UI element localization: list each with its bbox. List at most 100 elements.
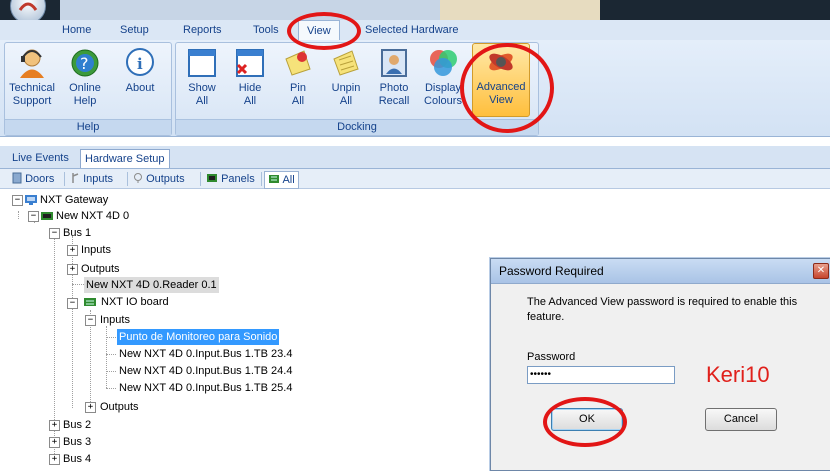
display-colours-button[interactable]: Display Colours: [420, 45, 466, 108]
filter-panels[interactable]: Panels: [206, 171, 255, 187]
online-help-button[interactable]: ? Online Help: [61, 45, 109, 108]
annotation-circle-view-tab: [287, 12, 361, 50]
show-all-label-line2: All: [195, 95, 209, 107]
filter-outputs[interactable]: Outputs: [133, 171, 185, 187]
hardware-filter-bar: [0, 169, 830, 189]
technical-support-button[interactable]: Technical Support: [7, 45, 57, 108]
technical-support-icon: [16, 47, 48, 79]
filter-inputs-label: Inputs: [83, 173, 114, 185]
about-icon: i: [124, 47, 156, 79]
tab-selected-hardware[interactable]: Selected Hardware: [365, 22, 459, 38]
tree-expand-toggle[interactable]: +: [49, 437, 60, 448]
filter-all[interactable]: All: [264, 171, 299, 189]
about-label: About: [125, 82, 155, 94]
photo-recall-label-line1: Photo: [379, 82, 409, 94]
about-button[interactable]: i About: [115, 45, 165, 95]
filter-outputs-label: Outputs: [146, 173, 185, 185]
tree-expand-toggle[interactable]: +: [49, 420, 60, 431]
panel-icon: [207, 174, 217, 182]
tab-live-events[interactable]: Live Events: [8, 149, 73, 167]
app-logo-icon: [18, 2, 38, 11]
display-colours-label-line2: Colours: [424, 95, 462, 107]
pin-all-label-line2: All: [291, 95, 305, 107]
tree-node-input-item[interactable]: New NXT 4D 0.Input.Bus 1.TB 23.4: [119, 346, 292, 362]
photo-recall-button[interactable]: Photo Recall: [372, 45, 416, 108]
show-all-label-line1: Show: [188, 82, 216, 94]
pin-all-label-line1: Pin: [290, 82, 306, 94]
tree-node-inputs[interactable]: Inputs: [81, 242, 111, 258]
tree-node-io-outputs[interactable]: Outputs: [100, 399, 139, 415]
pin-all-button[interactable]: Pin All: [276, 45, 320, 108]
tree-node-controller[interactable]: New NXT 4D 0: [56, 208, 129, 224]
tree-collapse-toggle[interactable]: −: [85, 315, 96, 326]
tree-expand-toggle[interactable]: +: [49, 454, 60, 465]
filter-doors-label: Doors: [25, 173, 55, 185]
unpin-all-label-line2: All: [339, 95, 353, 107]
help-group-label: Help: [5, 119, 171, 135]
tab-reports[interactable]: Reports: [183, 22, 222, 38]
technical-support-label-line2: Support: [12, 95, 52, 107]
hide-all-label-line1: Hide: [238, 82, 262, 94]
tree-node-io-inputs[interactable]: Inputs: [100, 312, 130, 328]
display-colours-icon: [427, 47, 459, 79]
tab-tools[interactable]: Tools: [253, 22, 279, 38]
filter-separator: [261, 172, 262, 186]
online-help-icon: ?: [69, 47, 101, 79]
tree-collapse-toggle[interactable]: −: [28, 211, 39, 222]
unpin-all-icon: [330, 47, 362, 79]
tree-node-input-item[interactable]: New NXT 4D 0.Input.Bus 1.TB 25.4: [119, 380, 292, 396]
all-hardware-icon: [269, 175, 279, 183]
dialog-close-button[interactable]: ✕: [813, 263, 829, 279]
photo-recall-label-line2: Recall: [378, 95, 410, 107]
filter-doors[interactable]: Doors: [12, 171, 54, 187]
tree-connector: [18, 211, 19, 219]
technical-support-label-line1: Technical: [9, 82, 55, 94]
quick-access-toolbar: [60, 0, 440, 20]
filter-inputs[interactable]: Inputs: [70, 171, 113, 187]
tree-expand-toggle[interactable]: +: [67, 245, 78, 256]
door-icon: [12, 172, 22, 184]
tree-expand-toggle[interactable]: +: [67, 264, 78, 275]
tree-node-input-item[interactable]: Punto de Monitoreo para Sonido: [117, 329, 280, 345]
tree-node-bus-2[interactable]: Bus 2: [63, 417, 91, 433]
tree-node-input-item[interactable]: New NXT 4D 0.Input.Bus 1.TB 24.4: [119, 363, 292, 379]
show-all-button[interactable]: Show All: [180, 45, 224, 108]
svg-text:i: i: [137, 55, 143, 73]
tree-node-nxt-gateway[interactable]: NXT Gateway: [40, 192, 108, 208]
tree-node-io-board[interactable]: NXT IO board: [101, 294, 169, 310]
unpin-all-button[interactable]: Unpin All: [324, 45, 368, 108]
ribbon-group-help: Technical Support ? Online Help i About …: [4, 42, 172, 136]
tree-collapse-toggle[interactable]: −: [67, 298, 78, 309]
tab-hardware-setup[interactable]: Hardware Setup: [80, 149, 170, 168]
controller-icon: [41, 210, 53, 222]
cancel-button[interactable]: Cancel: [705, 408, 777, 431]
password-field[interactable]: ••••••: [527, 366, 675, 384]
tree-node-bus-3[interactable]: Bus 3: [63, 434, 91, 450]
filter-panels-label: Panels: [221, 173, 255, 185]
tab-setup[interactable]: Setup: [120, 22, 149, 38]
contextual-tab-header: [440, 0, 600, 20]
window-title-bar: [0, 0, 830, 22]
photo-recall-icon: [378, 47, 410, 79]
hide-all-button[interactable]: Hide All: [228, 45, 272, 108]
tree-connector: [106, 371, 116, 372]
tree-node-bus-1[interactable]: Bus 1: [63, 225, 91, 241]
tab-home[interactable]: Home: [62, 22, 91, 38]
tree-collapse-toggle[interactable]: −: [49, 228, 60, 239]
output-icon: [134, 173, 142, 183]
hide-all-icon: [234, 47, 266, 79]
password-label: Password: [527, 351, 576, 363]
password-required-dialog: Password Required ✕ The Advanced View pa…: [490, 258, 830, 471]
filter-separator: [64, 172, 65, 186]
tree-connector: [106, 337, 116, 338]
tree-connector: [106, 388, 116, 389]
tree-node-outputs[interactable]: Outputs: [81, 261, 120, 277]
show-all-icon: [186, 47, 218, 79]
gateway-icon: [25, 194, 37, 206]
tree-node-bus-4[interactable]: Bus 4: [63, 451, 91, 467]
dialog-title-bar: Password Required ✕: [491, 259, 830, 284]
tree-node-reader[interactable]: New NXT 4D 0.Reader 0.1: [84, 277, 219, 293]
tree-expand-toggle[interactable]: +: [85, 402, 96, 413]
tree-collapse-toggle[interactable]: −: [12, 195, 23, 206]
dialog-title: Password Required: [499, 264, 604, 278]
